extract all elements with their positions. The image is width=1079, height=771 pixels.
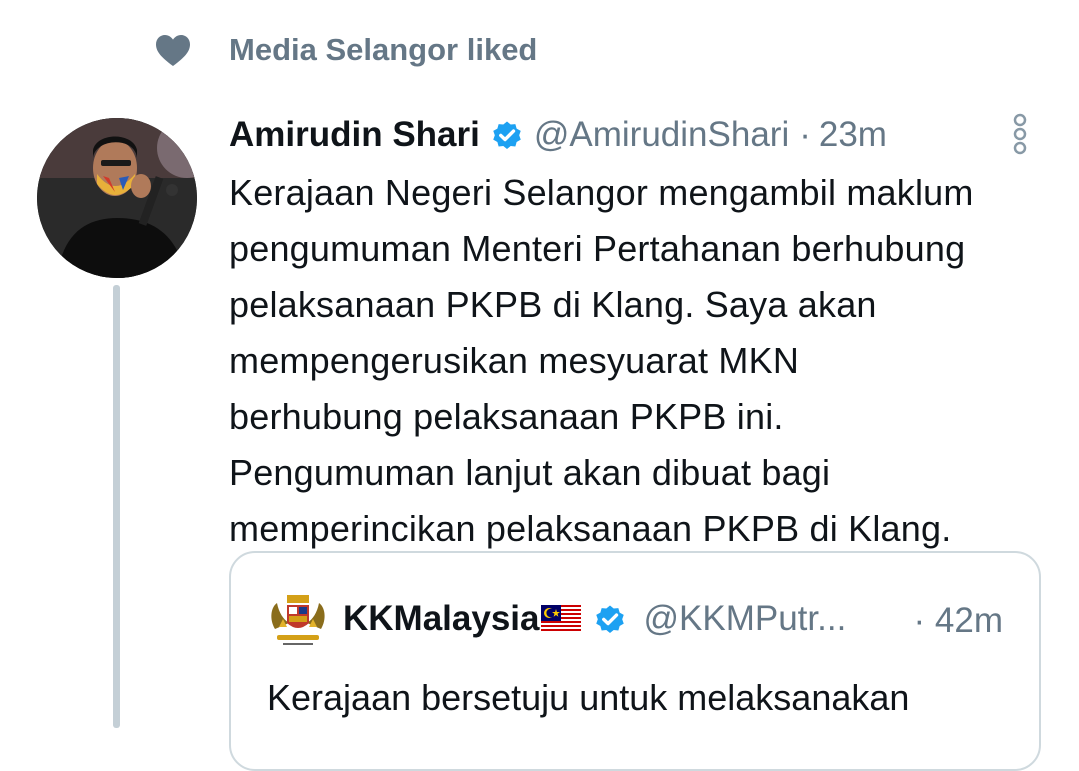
- tweet-text-line: Kerajaan Negeri Selangor mengambil maklu…: [229, 172, 974, 213]
- author-handle[interactable]: @AmirudinShari: [534, 115, 789, 155]
- kkm-crest-icon: [271, 595, 325, 645]
- tweet-header: Amirudin Shari @AmirudinShari · 23m: [229, 112, 887, 158]
- quoted-tweet-timestamp[interactable]: · 42m: [914, 601, 1003, 641]
- tweet-text-line: memperincikan pelaksanaan PKPB di Klang.: [229, 508, 952, 549]
- social-context-label: Media Selangor liked: [229, 32, 538, 67]
- heart-icon: [156, 35, 190, 66]
- tweet-text-line: berhubung pelaksanaan PKPB ini.: [229, 396, 784, 437]
- verified-badge-icon: [493, 121, 521, 150]
- quoted-tweet-text: Kerajaan bersetuju untuk melaksanakan: [267, 677, 910, 718]
- tweet-text-line: Pengumuman lanjut akan dibuat bagi: [229, 452, 831, 493]
- tweet-text-line: pengumuman Menteri Pertahanan berhubung: [229, 228, 966, 269]
- more-options-icon[interactable]: [1006, 113, 1034, 155]
- quoted-tweet-header: KKMalaysia @KKMPutr...: [267, 591, 846, 647]
- author-name[interactable]: Amirudin Shari: [229, 115, 480, 155]
- social-context[interactable]: Media Selangor liked: [153, 28, 537, 72]
- quoted-verified-badge-icon: [596, 605, 625, 634]
- tweet-text-line: mempengerusikan mesyuarat MKN: [229, 340, 800, 381]
- avatar-photo: [37, 118, 197, 278]
- tweet-text: Kerajaan Negeri Selangor mengambil maklu…: [229, 165, 1059, 557]
- header-separator: ·: [799, 115, 811, 154]
- thread-connector-line: [113, 285, 120, 728]
- tweet-text-line: pelaksanaan PKPB di Klang. Saya akan: [229, 284, 877, 325]
- author-avatar[interactable]: [37, 118, 197, 278]
- quoted-tweet-card[interactable]: KKMalaysia @KKMPutr... · 42m Kerajaan be…: [229, 551, 1041, 771]
- quoted-author-handle[interactable]: @KKMPutr...: [643, 599, 846, 639]
- quoted-author-name[interactable]: KKMalaysia: [343, 599, 539, 639]
- malaysia-flag-icon: [541, 605, 582, 633]
- tweet-timestamp[interactable]: 23m: [819, 115, 887, 155]
